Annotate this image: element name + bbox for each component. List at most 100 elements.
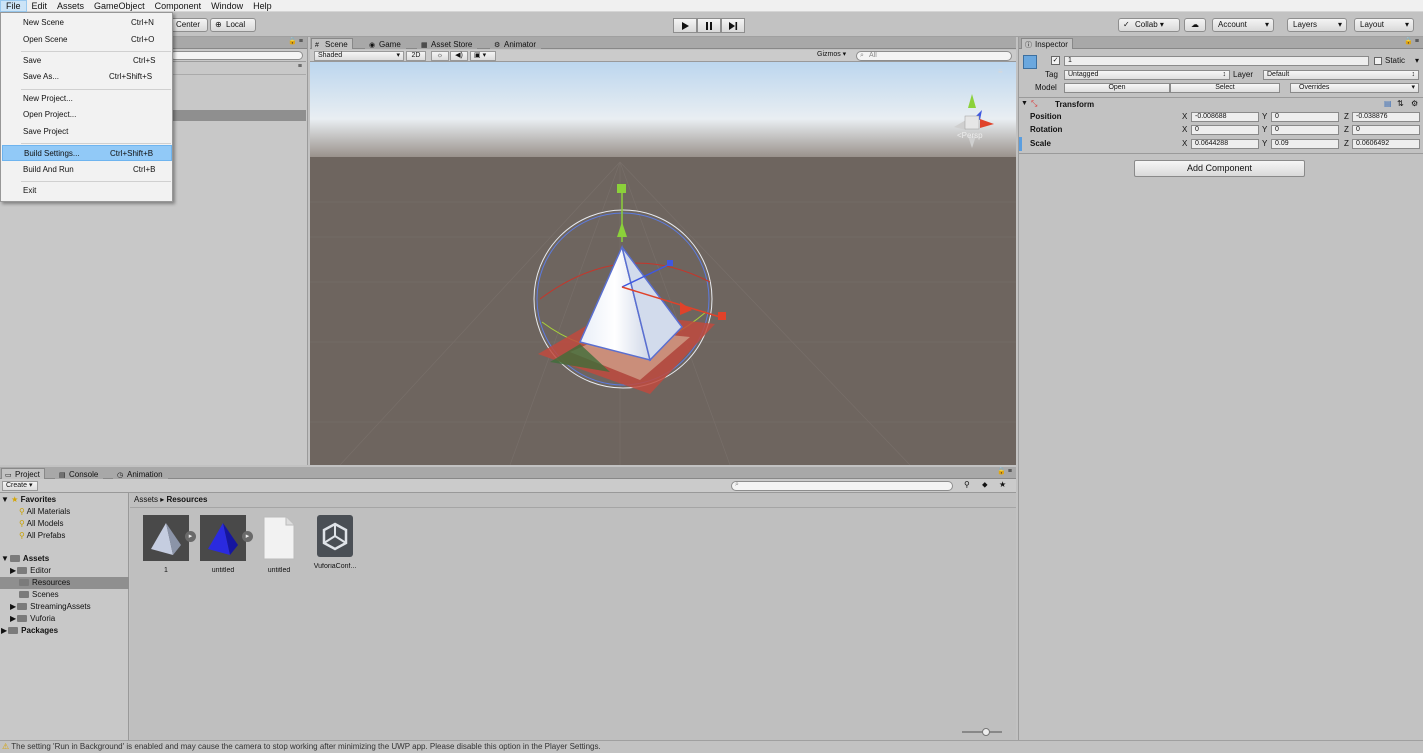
scale-z-field[interactable]: 0.0606492 — [1352, 139, 1420, 149]
breadcrumb-assets[interactable]: Assets — [134, 495, 158, 504]
foldout-arrow-icon[interactable]: ▼ — [1021, 99, 1028, 109]
hierarchy-search-input[interactable] — [170, 51, 303, 60]
create-dropdown[interactable]: Create ▾ — [2, 481, 38, 491]
tree-favorites[interactable]: ▼ ★ Favorites — [0, 494, 129, 506]
effects-dropdown[interactable]: ▣ ▾ — [470, 51, 496, 61]
search-icon: ⌕ — [735, 481, 739, 488]
menu-edit[interactable]: Edit — [27, 0, 53, 12]
select-model-button[interactable]: Select — [1170, 83, 1280, 93]
tab-inspector[interactable]: ⓘ Inspector — [1021, 38, 1073, 49]
file-menu-item-new-scene[interactable]: New Scene Ctrl+N — [2, 15, 172, 31]
menu-gameobject[interactable]: GameObject — [89, 0, 150, 12]
tag-dropdown[interactable]: Untagged ↕ — [1064, 70, 1230, 80]
slider-handle[interactable] — [982, 728, 990, 736]
chevron-down-icon[interactable]: ▾ — [1415, 56, 1419, 66]
tab-project[interactable]: ▭ Project — [1, 468, 45, 479]
menu-separator — [21, 143, 171, 144]
cloud-button[interactable]: ☁ — [1184, 18, 1206, 32]
layer-dropdown[interactable]: Default ↕ — [1263, 70, 1419, 80]
gizmos-dropdown[interactable]: Gizmos ▾ — [814, 51, 856, 61]
file-menu-item-open-project[interactable]: Open Project... — [2, 107, 172, 123]
menu-help[interactable]: Help — [248, 0, 277, 12]
scale-y-field[interactable]: 0.09 — [1271, 139, 1339, 149]
shading-mode-dropdown[interactable]: Shaded ▾ — [314, 51, 404, 61]
tab-animator[interactable]: ⚙ Animator — [490, 38, 542, 49]
tab-scene[interactable]: # Scene — [311, 38, 353, 49]
tree-folder-streamingassets[interactable]: ▶ StreamingAssets — [0, 601, 129, 613]
position-x-field[interactable]: -0.008688 — [1191, 112, 1259, 122]
scene-view-menu-icon[interactable]: ≡ — [998, 67, 1003, 76]
add-component-button[interactable]: Add Component — [1134, 160, 1305, 177]
active-checkbox[interactable]: ✓ — [1051, 56, 1060, 65]
file-menu-item-save[interactable]: Save Ctrl+S — [2, 53, 172, 69]
rotation-x-field[interactable]: 0 — [1191, 125, 1259, 135]
tab-console[interactable]: ▤ Console — [55, 468, 104, 479]
play-button[interactable] — [673, 18, 697, 33]
breadcrumb-resources[interactable]: Resources — [167, 495, 208, 504]
panel-menu-icon[interactable]: 🔒 ≡ — [997, 467, 1012, 475]
collab-button[interactable]: ✓ Collab ▾ — [1118, 18, 1180, 32]
status-bar[interactable]: ⚠ The setting 'Run in Background' is ena… — [0, 740, 1423, 753]
pivot-local-button[interactable]: ⊕ Local — [210, 18, 256, 32]
pause-icon — [706, 21, 712, 30]
step-button[interactable] — [721, 18, 745, 33]
file-menu-item-build-settings[interactable]: Build Settings... Ctrl+Shift+B — [2, 145, 172, 161]
rotation-y-field[interactable]: 0 — [1271, 125, 1339, 135]
file-menu-item-build-and-run[interactable]: Build And Run Ctrl+B — [2, 162, 172, 178]
position-z-field[interactable]: -0.038876 — [1352, 112, 1420, 122]
tree-packages[interactable]: ▶ Packages — [0, 625, 129, 637]
asset-item[interactable]: ▸ untitled — [195, 515, 253, 574]
help-book-icon[interactable]: ▤ — [1384, 99, 1392, 109]
tree-fav-all-prefabs[interactable]: ⚲ All Prefabs — [0, 530, 129, 542]
file-menu-item-save-as[interactable]: Save As... Ctrl+Shift+S — [2, 69, 172, 85]
object-name-field[interactable]: 1 — [1064, 56, 1369, 66]
menu-assets[interactable]: Assets — [52, 0, 89, 12]
file-menu-item-save-project[interactable]: Save Project — [2, 124, 172, 140]
tree-fav-all-models[interactable]: ⚲ All Models — [0, 518, 129, 530]
lighting-toggle[interactable]: ☼ — [431, 51, 449, 61]
search-by-label-icon[interactable]: ⬥ — [982, 480, 988, 490]
thumbnail-size-slider[interactable] — [962, 728, 1002, 736]
menu-window[interactable]: Window — [206, 0, 248, 12]
tab-asset-store[interactable]: ▦ Asset Store — [417, 38, 478, 49]
menu-file[interactable]: File — [0, 0, 27, 12]
tree-folder-vuforia[interactable]: ▶ Vuforia — [0, 613, 129, 625]
tab-game[interactable]: ◉ Game — [365, 38, 406, 49]
layers-dropdown[interactable]: Layers ▾ — [1287, 18, 1347, 32]
preset-icon[interactable]: ⇅ — [1397, 99, 1404, 109]
rotation-z-field[interactable]: 0 — [1352, 125, 1420, 135]
gear-icon[interactable]: ⚙ — [1411, 99, 1418, 109]
tree-folder-editor[interactable]: ▶ Editor — [0, 565, 129, 577]
scene-menu-icon[interactable]: ≡ — [298, 63, 302, 70]
file-menu-item-open-scene[interactable]: Open Scene Ctrl+O — [2, 32, 172, 48]
project-search-input[interactable]: ⌕ — [731, 481, 953, 491]
tree-folder-scenes[interactable]: Scenes — [0, 589, 129, 601]
audio-toggle[interactable]: ◀) — [450, 51, 468, 61]
tree-assets[interactable]: ▼ Assets — [0, 553, 129, 565]
tab-animation[interactable]: ◷ Animation — [113, 468, 168, 479]
static-checkbox[interactable] — [1374, 57, 1382, 65]
tree-folder-resources[interactable]: Resources — [0, 577, 129, 589]
asset-item[interactable]: VuforiaConf... — [307, 515, 363, 570]
tree-fav-all-materials[interactable]: ⚲ All Materials — [0, 506, 129, 518]
search-by-type-icon[interactable]: ⚲ — [964, 480, 970, 489]
asset-item[interactable]: untitled — [251, 515, 307, 574]
file-menu-item-exit[interactable]: Exit — [2, 183, 172, 199]
scene-viewport[interactable]: ≡ <Persp — [310, 62, 1016, 465]
mode-2d-toggle[interactable]: 2D — [406, 51, 426, 61]
account-dropdown[interactable]: Account ▾ — [1212, 18, 1274, 32]
layout-dropdown[interactable]: Layout ▾ — [1354, 18, 1414, 32]
position-y-field[interactable]: 0 — [1271, 112, 1339, 122]
favorite-star-icon[interactable]: ★ — [999, 480, 1006, 489]
scene-search-input[interactable]: ⌕ All — [856, 51, 1012, 61]
scale-x-field[interactable]: 0.0644288 — [1191, 139, 1259, 149]
pause-button[interactable] — [697, 18, 721, 33]
panel-menu-icon[interactable]: 🔒 ≡ — [288, 37, 303, 45]
panel-menu-icon[interactable]: 🔒 ≡ — [1404, 37, 1419, 45]
file-menu-item-new-project[interactable]: New Project... — [2, 91, 172, 107]
overrides-dropdown[interactable]: Overrides ▾ — [1290, 83, 1419, 93]
menu-component[interactable]: Component — [150, 0, 207, 12]
asset-item[interactable]: ▸ 1 — [138, 515, 196, 574]
open-model-button[interactable]: Open — [1064, 83, 1170, 93]
persp-label[interactable]: <Persp — [957, 131, 983, 140]
